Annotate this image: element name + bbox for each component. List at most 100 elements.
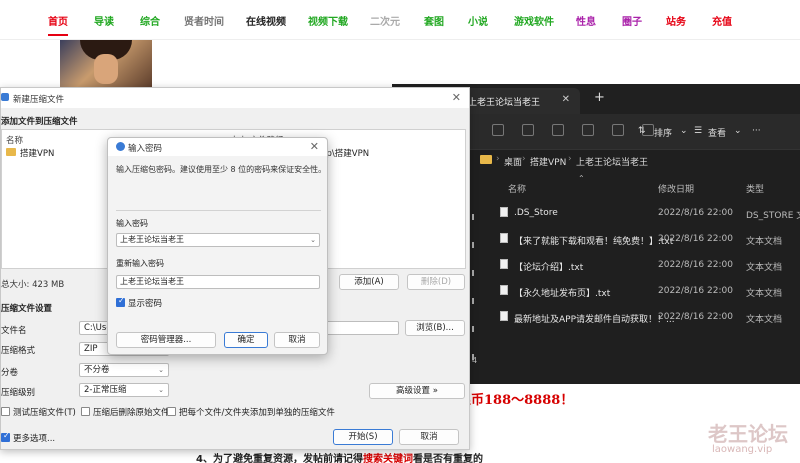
cancel-button[interactable]: 取消 bbox=[399, 429, 459, 445]
nav-item[interactable]: 站务 bbox=[666, 13, 686, 28]
reenter-password-value: 上老王论坛当老王 bbox=[120, 277, 184, 286]
rename-icon[interactable] bbox=[582, 124, 594, 136]
nav-item[interactable]: 套图 bbox=[424, 13, 444, 28]
nav-item[interactable]: 二次元 bbox=[370, 13, 400, 28]
nav-item[interactable]: 综合 bbox=[140, 13, 160, 28]
more-options-checkbox[interactable] bbox=[1, 431, 10, 442]
search-keyword-link[interactable]: 搜索关键词 bbox=[363, 454, 413, 463]
folder-icon bbox=[6, 148, 16, 156]
copy-icon[interactable] bbox=[522, 124, 534, 136]
file-row[interactable]: 最新地址及APP请发邮件自动获取！！... 2022/8/16 22:00 文本文档 bbox=[500, 308, 800, 328]
advanced-settings-button[interactable]: 高级设置 » bbox=[369, 383, 465, 399]
file-type: 文本文档 bbox=[746, 237, 783, 247]
view-button[interactable]: 查看 bbox=[708, 126, 726, 139]
file-type: 文本文档 bbox=[746, 315, 783, 325]
sort-button[interactable]: 排序 bbox=[654, 126, 672, 139]
file-icon bbox=[500, 285, 508, 295]
pin-icon bbox=[472, 326, 478, 332]
breadcrumb-item[interactable]: 桌面 bbox=[504, 155, 522, 168]
file-date: 2022/8/16 22:00 bbox=[658, 234, 733, 244]
rule-suffix: 看是否有重复的 bbox=[412, 454, 483, 463]
archive-title-bar: 新建压缩文件 ✕ bbox=[1, 88, 469, 108]
column-header-type[interactable]: 类型 bbox=[746, 182, 764, 195]
file-name: .DS_Store bbox=[514, 208, 558, 218]
file-row[interactable]: 【论坛介绍】.txt 2022/8/16 22:00 文本文档 bbox=[500, 256, 800, 276]
nav-item[interactable]: 在线视频 bbox=[246, 13, 286, 28]
file-date: 2022/8/16 22:00 bbox=[658, 312, 733, 322]
level-label: 压缩级别 bbox=[1, 388, 36, 398]
share-icon[interactable] bbox=[612, 124, 624, 136]
chevron-down-icon[interactable]: ⌄ bbox=[310, 234, 316, 246]
new-tab-icon[interactable]: + bbox=[594, 90, 605, 105]
test-archive-checkbox[interactable] bbox=[1, 407, 10, 416]
level-select[interactable]: 2-正常压缩 ⌄ bbox=[79, 383, 169, 397]
ok-button[interactable]: 确定 bbox=[224, 332, 268, 348]
forum-rule-text: 4、为了避免重复资源，发帖前请记得搜索关键词看是否有重复的 bbox=[196, 450, 483, 463]
explorer-tab[interactable]: 上老王论坛当老王 ✕ bbox=[462, 88, 580, 114]
password-dialog: 输入密码 ✕ 输入压缩包密码。建议使用至少 8 位的密码来保证安全性。 输入密码… bbox=[107, 137, 328, 355]
level-value: 2-正常压缩 bbox=[84, 385, 127, 395]
file-icon bbox=[500, 207, 508, 217]
app-logo-icon bbox=[116, 142, 125, 151]
file-type: 文本文档 bbox=[746, 289, 783, 299]
nav-item[interactable]: 小说 bbox=[468, 13, 488, 28]
user-avatar[interactable] bbox=[60, 40, 152, 90]
explorer-tab-title: 上老王论坛当老王 bbox=[468, 98, 541, 108]
file-row[interactable]: .DS_Store 2022/8/16 22:00 DS_STORE 文件 bbox=[500, 204, 800, 224]
nav-item[interactable]: 游戏软件 bbox=[514, 13, 554, 28]
app-logo-icon bbox=[1, 93, 9, 101]
file-row[interactable]: 【来了就能下载和观看！纯免费！】.txt 2022/8/16 22:00 文本文档 bbox=[500, 230, 800, 250]
split-value: 不分卷 bbox=[84, 365, 110, 375]
nav-item[interactable]: 性息 bbox=[576, 13, 596, 28]
password-input[interactable]: 上老王论坛当老王 ⌄ bbox=[116, 233, 320, 247]
password-manager-button[interactable]: 密码管理器... bbox=[116, 332, 216, 348]
breadcrumb-item[interactable]: 上老王论坛当老王 bbox=[576, 155, 648, 168]
delete-after-label: 压缩后删除原始文件 bbox=[93, 408, 170, 418]
breadcrumb-item[interactable]: 搭建VPN bbox=[530, 155, 566, 168]
chevron-up-icon: ⌃ bbox=[578, 174, 585, 183]
list-header-name[interactable]: 名称 bbox=[6, 134, 23, 146]
nav-item[interactable]: 首页 bbox=[48, 13, 68, 36]
file-name: 【论坛介绍】.txt bbox=[514, 263, 584, 273]
list-item-name[interactable]: 搭建VPN bbox=[20, 147, 54, 159]
close-icon[interactable]: ✕ bbox=[452, 91, 461, 104]
reenter-password-input[interactable]: 上老王论坛当老王 bbox=[116, 275, 320, 289]
watermark-url: laowang.vip bbox=[712, 444, 773, 455]
split-select[interactable]: 不分卷 ⌄ bbox=[79, 363, 169, 377]
nav-item[interactable]: 视频下载 bbox=[308, 13, 348, 28]
divider bbox=[116, 210, 321, 211]
pin-icon bbox=[472, 242, 478, 248]
column-header-date[interactable]: 修改日期 bbox=[658, 182, 694, 195]
file-type: DS_STORE 文件 bbox=[746, 211, 800, 221]
browse-button[interactable]: 浏览(B)... bbox=[405, 320, 465, 336]
file-name: 最新地址及APP请发邮件自动获取！！... bbox=[514, 315, 675, 325]
file-row[interactable]: 【永久地址发布页】.txt 2022/8/16 22:00 文本文档 bbox=[500, 282, 800, 302]
test-archive-label: 测试压缩文件(T) bbox=[13, 408, 76, 418]
cut-icon[interactable] bbox=[492, 124, 504, 136]
close-icon[interactable]: ✕ bbox=[310, 140, 319, 153]
each-separate-checkbox[interactable] bbox=[167, 407, 176, 416]
delete-button[interactable]: 删除(D) bbox=[407, 274, 465, 290]
site-nav: 首页 导读 综合 贤者时间 在线视频 视频下载 二次元 套图 小说 游戏软件 性息 圈子 站务 充值 bbox=[0, 0, 800, 40]
password-value: 上老王论坛当老王 bbox=[120, 235, 184, 244]
close-icon[interactable]: ✕ bbox=[562, 94, 570, 105]
nav-item[interactable]: 贤者时间 bbox=[184, 13, 224, 28]
more-options-label[interactable]: 更多选项... bbox=[13, 432, 55, 444]
more-options-button[interactable]: ··· bbox=[752, 126, 761, 136]
add-button[interactable]: 添加(A) bbox=[339, 274, 399, 290]
nav-item[interactable]: 充值 bbox=[712, 13, 732, 28]
nav-item[interactable]: 导读 bbox=[94, 13, 114, 28]
show-password-checkbox[interactable] bbox=[116, 296, 125, 307]
show-password-label: 显示密码 bbox=[128, 299, 163, 309]
total-size: 总大小: 423 MB bbox=[1, 280, 65, 290]
file-icon bbox=[500, 259, 508, 269]
nav-item[interactable]: 圈子 bbox=[622, 13, 642, 28]
cancel-button[interactable]: 取消 bbox=[274, 332, 320, 348]
start-button[interactable]: 开始(S) bbox=[333, 429, 393, 445]
password-dialog-title: 输入密码 bbox=[128, 144, 163, 154]
split-label: 分卷 bbox=[1, 368, 19, 378]
paste-icon[interactable] bbox=[552, 124, 564, 136]
column-header-name[interactable]: 名称 bbox=[508, 182, 526, 195]
delete-after-checkbox[interactable] bbox=[81, 407, 90, 416]
file-name: 【永久地址发布页】.txt bbox=[514, 289, 611, 299]
